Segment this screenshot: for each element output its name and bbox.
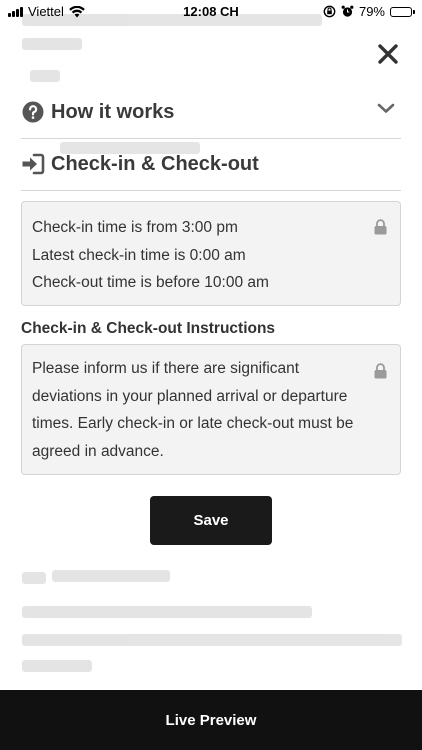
battery-percent: 79% <box>358 4 385 19</box>
section-check-in-out: Check-in & Check-out <box>21 138 401 191</box>
save-button[interactable]: Save <box>150 496 272 545</box>
check-in-time-text: Check-in time is from 3:00 pm <box>32 219 238 236</box>
check-times-field: Check-in time is from 3:00 pm Latest che… <box>21 201 401 306</box>
status-bar: Viettel 12:08 CH 79% <box>0 0 422 24</box>
section-title: Check-in & Check-out <box>51 152 259 175</box>
battery-icon <box>390 6 415 17</box>
live-preview-button[interactable]: Live Preview <box>0 690 422 750</box>
instructions-heading: Check-in & Check-out Instructions <box>21 320 276 337</box>
lock-icon <box>374 363 387 379</box>
section-how-it-works[interactable]: How it works <box>21 86 401 139</box>
instructions-field: Please inform us if there are significan… <box>21 344 401 475</box>
check-out-time-text: Check-out time is before 10:00 am <box>32 274 269 291</box>
latest-check-in-text: Latest check-in time is 0:00 am <box>32 246 246 264</box>
live-preview-label: Live Preview <box>165 711 257 729</box>
alarm-icon <box>341 5 354 17</box>
section-title: How it works <box>51 100 175 123</box>
lock-icon <box>374 219 387 235</box>
question-circle-icon <box>21 100 45 124</box>
sign-in-icon <box>21 152 45 176</box>
close-icon[interactable] <box>374 40 402 68</box>
orientation-lock-icon <box>323 5 336 18</box>
chevron-down-icon[interactable] <box>377 102 395 114</box>
instructions-text: Please inform us if there are significan… <box>32 360 354 460</box>
